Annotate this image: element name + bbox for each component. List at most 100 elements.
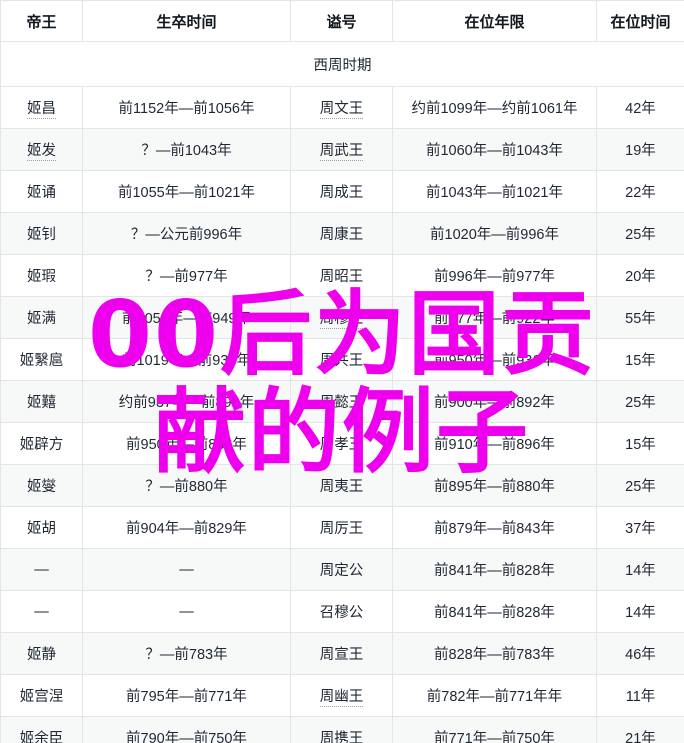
cell-ruler: 姬辟方 <box>0 422 83 465</box>
cell-lifespan: 前790年—前750年 <box>82 716 291 743</box>
cell-ruler: 姬发 <box>0 128 83 171</box>
cell-posthumous-name: 周携王 <box>290 716 393 743</box>
cell-ruler: 姬昌 <box>0 86 83 129</box>
section-label: 西周时期 <box>0 41 684 87</box>
cell-posthumous-name: 周昭王 <box>290 254 393 297</box>
cell-reign-range: 前996年—前977年 <box>392 254 597 297</box>
table-row: 姬诵 前1055年—前1021年 周成王 前1043年—前1021年 22年 <box>0 170 684 213</box>
cell-reign-range: 前950年—前936年 <box>392 338 597 381</box>
cell-reign-length: 14年 <box>596 548 684 591</box>
cell-posthumous-name: 周武王 <box>290 128 393 171</box>
cell-reign-range: 约前1099年—约前1061年 <box>392 86 597 129</box>
cell-lifespan: 前950年—前886年 <box>82 422 291 465</box>
cell-reign-length: 55年 <box>596 296 684 339</box>
cell-lifespan: 前1055年—前1021年 <box>82 170 291 213</box>
cell-lifespan: ？—前977年 <box>82 254 291 297</box>
cell-ruler: 姬钊 <box>0 212 83 255</box>
cell-reign-length: 19年 <box>596 128 684 171</box>
cell-ruler: 姬燮 <box>0 464 83 507</box>
cell-reign-range: 前841年—前828年 <box>392 548 597 591</box>
cell-reign-range: 前771年—前750年 <box>392 716 597 743</box>
cell-ruler: 姬繄扈 <box>0 338 83 381</box>
cell-posthumous-name: 周懿王 <box>290 380 393 423</box>
cell-posthumous-name-link[interactable]: 周文王 <box>319 101 364 119</box>
cell-reign-length: 25年 <box>596 464 684 507</box>
cell-lifespan: — <box>82 590 291 633</box>
cell-reign-range: 前910年—前896年 <box>392 422 597 465</box>
table-row: 姬囏 约前937年—前892年 周懿王 前900年—前892年 25年 <box>0 380 684 423</box>
cell-posthumous-name: 周成王 <box>290 170 393 213</box>
cell-lifespan: ？—公元前996年 <box>82 212 291 255</box>
section-divider-row: 西周时期 <box>0 41 684 87</box>
cell-ruler: 姬余臣 <box>0 716 83 743</box>
cell-reign-range: 前828年—前783年 <box>392 632 597 675</box>
cell-lifespan: — <box>82 548 291 591</box>
cell-reign-length: 20年 <box>596 254 684 297</box>
cell-posthumous-name-link[interactable]: 周武王 <box>319 143 364 161</box>
cell-reign-length: 37年 <box>596 506 684 549</box>
column-header-ruler: 帝王 <box>0 0 83 42</box>
table-row: — — 周定公 前841年—前828年 14年 <box>0 548 684 591</box>
cell-posthumous-name: 周文王 <box>290 86 393 129</box>
cell-ruler: — <box>0 548 83 591</box>
cell-ruler: 姬囏 <box>0 380 83 423</box>
column-header-reign-length: 在位时间 <box>596 0 684 42</box>
table-row: — — 召穆公 前841年—前828年 14年 <box>0 590 684 633</box>
cell-posthumous-name-link[interactable]: 周幽王 <box>319 689 364 707</box>
table-row: 姬余臣 前790年—前750年 周携王 前771年—前750年 21年 <box>0 716 684 743</box>
column-header-lifespan: 生卒时间 <box>82 0 291 42</box>
cell-reign-range: 前977年—前922年 <box>392 296 597 339</box>
cell-reign-range: 前879年—前843年 <box>392 506 597 549</box>
table-row: 姬发 ？—前1043年 周武王 前1060年—前1043年 19年 <box>0 128 684 171</box>
cell-posthumous-name: 周宣王 <box>290 632 393 675</box>
cell-posthumous-name: 召穆公 <box>290 590 393 633</box>
cell-posthumous-name: 周幽王 <box>290 674 393 717</box>
cell-ruler: 姬胡 <box>0 506 83 549</box>
table-row: 姬昌 前1152年—前1056年 周文王 约前1099年—约前1061年 42年 <box>0 86 684 129</box>
table-body: 西周时期 姬昌 前1152年—前1056年 周文王 约前1099年—约前1061年 42… <box>0 41 684 743</box>
cell-reign-range: 前782年—前771年年 <box>392 674 597 717</box>
cell-lifespan: ？—前880年 <box>82 464 291 507</box>
cell-reign-length: 42年 <box>596 86 684 129</box>
header-row: 帝王 生卒时间 谥号 在位年限 在位时间 <box>0 0 684 42</box>
cell-posthumous-name-link[interactable]: 周穆王 <box>319 311 364 329</box>
cell-posthumous-name: 周厉王 <box>290 506 393 549</box>
cell-ruler: 姬瑕 <box>0 254 83 297</box>
cell-posthumous-name: 周定公 <box>290 548 393 591</box>
zhou-dynasty-rulers-table: 帝王 生卒时间 谥号 在位年限 在位时间 西周时期 姬昌 前1152年—前1056… <box>0 0 684 743</box>
table-row: 姬辟方 前950年—前886年 周孝王 前910年—前896年 15年 <box>0 422 684 465</box>
cell-lifespan: 约前937年—前892年 <box>82 380 291 423</box>
cell-reign-length: 22年 <box>596 170 684 213</box>
cell-ruler: 姬静 <box>0 632 83 675</box>
cell-lifespan: ？—前1043年 <box>82 128 291 171</box>
cell-posthumous-name: 周孝王 <box>290 422 393 465</box>
cell-reign-length: 25年 <box>596 380 684 423</box>
page-root: 帝王 生卒时间 谥号 在位年限 在位时间 西周时期 姬昌 前1152年—前1056… <box>0 0 684 743</box>
cell-ruler: 姬宫涅 <box>0 674 83 717</box>
cell-reign-range: 前900年—前892年 <box>392 380 597 423</box>
cell-reign-length: 46年 <box>596 632 684 675</box>
cell-reign-length: 15年 <box>596 422 684 465</box>
cell-posthumous-name: 周夷王 <box>290 464 393 507</box>
cell-posthumous-name: 周康王 <box>290 212 393 255</box>
cell-reign-range: 前1043年—前1021年 <box>392 170 597 213</box>
cell-reign-range: 前841年—前828年 <box>392 590 597 633</box>
cell-ruler: — <box>0 590 83 633</box>
table-row: 姬钊 ？—公元前996年 周康王 前1020年—前996年 25年 <box>0 212 684 255</box>
cell-reign-range: 前1060年—前1043年 <box>392 128 597 171</box>
cell-ruler-link[interactable]: 姬昌 <box>27 101 56 119</box>
table-row: 姬胡 前904年—前829年 周厉王 前879年—前843年 37年 <box>0 506 684 549</box>
table-row: 姬燮 ？—前880年 周夷王 前895年—前880年 25年 <box>0 464 684 507</box>
table-row: 姬繄扈 前1019年—前936年 周共王 前950年—前936年 15年 <box>0 338 684 381</box>
table-row: 姬宫涅 前795年—前771年 周幽王 前782年—前771年年 11年 <box>0 674 684 717</box>
cell-reign-range: 前895年—前880年 <box>392 464 597 507</box>
cell-ruler-link[interactable]: 姬发 <box>27 143 56 161</box>
cell-reign-length: 25年 <box>596 212 684 255</box>
cell-posthumous-name: 周共王 <box>290 338 393 381</box>
cell-lifespan: 前1054年—前949年 <box>82 296 291 339</box>
table-row: 姬静 ？—前783年 周宣王 前828年—前783年 46年 <box>0 632 684 675</box>
cell-lifespan: 前904年—前829年 <box>82 506 291 549</box>
cell-lifespan: 前1152年—前1056年 <box>82 86 291 129</box>
table-row: 姬满 前1054年—前949年 周穆王 前977年—前922年 55年 <box>0 296 684 339</box>
cell-posthumous-name: 周穆王 <box>290 296 393 339</box>
